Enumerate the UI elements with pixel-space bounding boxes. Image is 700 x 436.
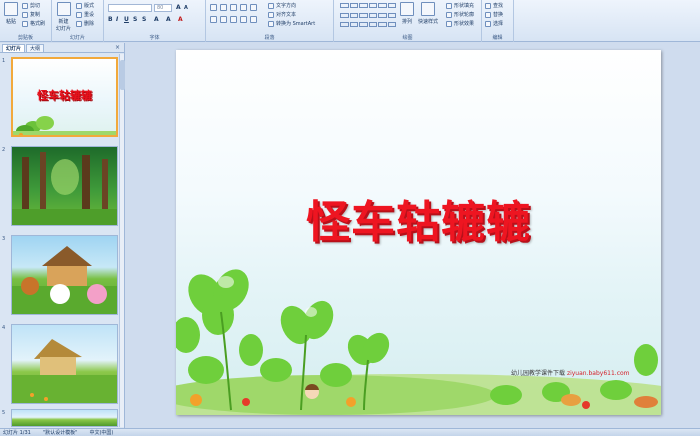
- scissors-icon: [22, 2, 28, 9]
- font-color-icon[interactable]: A: [178, 16, 183, 23]
- credit-label: 幼儿园教学课件下载: [511, 370, 566, 377]
- slide-count-status: 幻灯片 1/31: [3, 430, 31, 436]
- fill-bucket-icon: [446, 2, 452, 9]
- delete-button[interactable]: 删除: [76, 20, 94, 27]
- slide-title[interactable]: 怪车轱辘辘: [176, 186, 661, 250]
- cursor-icon: [485, 20, 491, 27]
- text-direction-button[interactable]: 文字方向: [268, 2, 296, 9]
- tab-outline[interactable]: 大纲: [26, 44, 45, 52]
- clipboard-group-label: 剪贴板: [17, 35, 33, 41]
- smartart-button[interactable]: 转换为 SmartArt: [268, 20, 315, 27]
- drawing-group-label: 绘图: [402, 35, 413, 41]
- effects-icon: [446, 20, 452, 27]
- align-right-icon[interactable]: [230, 16, 237, 23]
- new-slide-button[interactable]: 新建 幻灯片: [56, 2, 71, 32]
- arrange-icon: [400, 2, 414, 16]
- slides-group-label: 幻灯片: [69, 35, 85, 41]
- font-group-label: 字体: [149, 35, 160, 41]
- grow-font-icon[interactable]: A: [176, 4, 181, 11]
- slide-thumbnail[interactable]: [11, 235, 118, 315]
- strikethrough-icon[interactable]: S: [133, 16, 137, 23]
- font-group: 80 A A B I U S S A A A 字体: [104, 0, 206, 42]
- scrollbar-thumb[interactable]: [120, 60, 125, 90]
- arrange-button[interactable]: 排列: [400, 2, 414, 25]
- copy-button[interactable]: 复制: [22, 11, 40, 18]
- delete-icon: [76, 20, 82, 27]
- layout-button[interactable]: 版式: [76, 2, 94, 9]
- numbering-icon[interactable]: [220, 4, 227, 11]
- tab-slides[interactable]: 幻灯片: [2, 44, 26, 52]
- text-direction-icon: [268, 2, 274, 9]
- align-left-icon[interactable]: [210, 16, 217, 23]
- align-center-icon[interactable]: [220, 16, 227, 23]
- slide-thumbnail[interactable]: [11, 146, 118, 226]
- quick-styles-icon: [421, 2, 435, 16]
- decrease-indent-icon[interactable]: [230, 4, 237, 11]
- ribbon: 粘贴 剪切 复制 格式刷 剪贴板 新建 幻灯片 版式 重设 删除 幻灯片 80 …: [0, 0, 700, 42]
- editing-group: 查找 替换 选择 编辑: [482, 0, 514, 42]
- house-picture: [12, 339, 117, 403]
- columns-icon[interactable]: [250, 16, 257, 23]
- italic-icon[interactable]: I: [116, 16, 118, 23]
- editing-group-label: 编辑: [492, 35, 503, 41]
- brush-icon: [22, 20, 28, 27]
- font-size-combo[interactable]: 80: [154, 4, 172, 12]
- underline-icon[interactable]: U: [124, 16, 129, 23]
- panel-scrollbar[interactable]: [119, 54, 125, 427]
- slide-thumbnail[interactable]: [11, 409, 118, 427]
- bold-icon[interactable]: B: [108, 16, 113, 23]
- select-button[interactable]: 选择: [485, 20, 503, 27]
- shapes-gallery[interactable]: [340, 3, 396, 31]
- replace-icon: [485, 11, 491, 18]
- font-name-combo[interactable]: [108, 4, 152, 12]
- shape-effects-button[interactable]: 形状效果: [446, 20, 474, 27]
- quick-styles-button[interactable]: 快速样式: [418, 2, 438, 25]
- line-spacing-icon[interactable]: [250, 4, 257, 11]
- paste-icon: [4, 2, 18, 16]
- shape-outline-button[interactable]: 形状轮廓: [446, 11, 474, 18]
- slides-group: 新建 幻灯片 版式 重设 删除 幻灯片: [52, 0, 104, 42]
- credit-text: 幼儿园教学课件下载 ziyuan.baby611.com: [511, 368, 630, 377]
- pen-icon: [446, 11, 452, 18]
- theme-status: "默认设计模板": [42, 430, 78, 436]
- cut-button[interactable]: 剪切: [22, 2, 40, 9]
- clipboard-group: 粘贴 剪切 复制 格式刷 剪贴板: [0, 0, 52, 42]
- clover-decoration: [13, 116, 116, 135]
- spacing-icon[interactable]: A: [154, 16, 159, 23]
- layout-icon: [76, 2, 82, 9]
- change-case-icon[interactable]: A: [166, 16, 171, 23]
- paragraph-group: 文字方向 对齐文本 转换为 SmartArt 段落: [206, 0, 334, 42]
- shape-fill-button[interactable]: 形状填充: [446, 2, 474, 9]
- copy-icon: [22, 11, 28, 18]
- reset-icon: [76, 11, 82, 18]
- close-icon[interactable]: ×: [115, 44, 120, 52]
- slide-thumbnail[interactable]: [11, 324, 118, 404]
- bullets-icon[interactable]: [210, 4, 217, 11]
- align-text-icon: [268, 11, 274, 18]
- shadow-icon[interactable]: S: [142, 16, 146, 23]
- credit-url: ziyuan.baby611.com: [566, 370, 630, 377]
- slide-thumbnail[interactable]: 怪车轱辘辘: [11, 57, 118, 137]
- increase-indent-icon[interactable]: [240, 4, 247, 11]
- find-button[interactable]: 查找: [485, 2, 503, 9]
- replace-button[interactable]: 替换: [485, 11, 503, 18]
- shrink-font-icon[interactable]: A: [184, 5, 188, 11]
- slide-canvas[interactable]: 怪车轱辘辘 幼儿园教学课件下载 ziyuan.baby611.com: [176, 50, 661, 415]
- cartoon-picture: [12, 246, 117, 314]
- paragraph-group-label: 段落: [264, 35, 275, 41]
- paste-button[interactable]: 粘贴: [4, 2, 18, 25]
- drawing-group: 排列 快速样式 形状填充 形状轮廓 形状效果 绘图: [334, 0, 482, 42]
- align-text-button[interactable]: 对齐文本: [268, 11, 296, 18]
- binoculars-icon: [485, 2, 491, 9]
- format-painter-button[interactable]: 格式刷: [22, 20, 45, 27]
- justify-icon[interactable]: [240, 16, 247, 23]
- new-slide-icon: [56, 2, 71, 16]
- status-bar: 幻灯片 1/31 "默认设计模板" 中文(中国): [0, 428, 700, 436]
- language-status: 中文(中国): [89, 430, 114, 436]
- forest-picture: [12, 152, 117, 225]
- reset-button[interactable]: 重设: [76, 11, 94, 18]
- slides-panel: 幻灯片 大纲 × 1 怪车轱辘辘 2 3 4 5: [0, 43, 125, 428]
- panel-tabs: 幻灯片 大纲 ×: [0, 43, 124, 53]
- smartart-icon: [268, 20, 274, 27]
